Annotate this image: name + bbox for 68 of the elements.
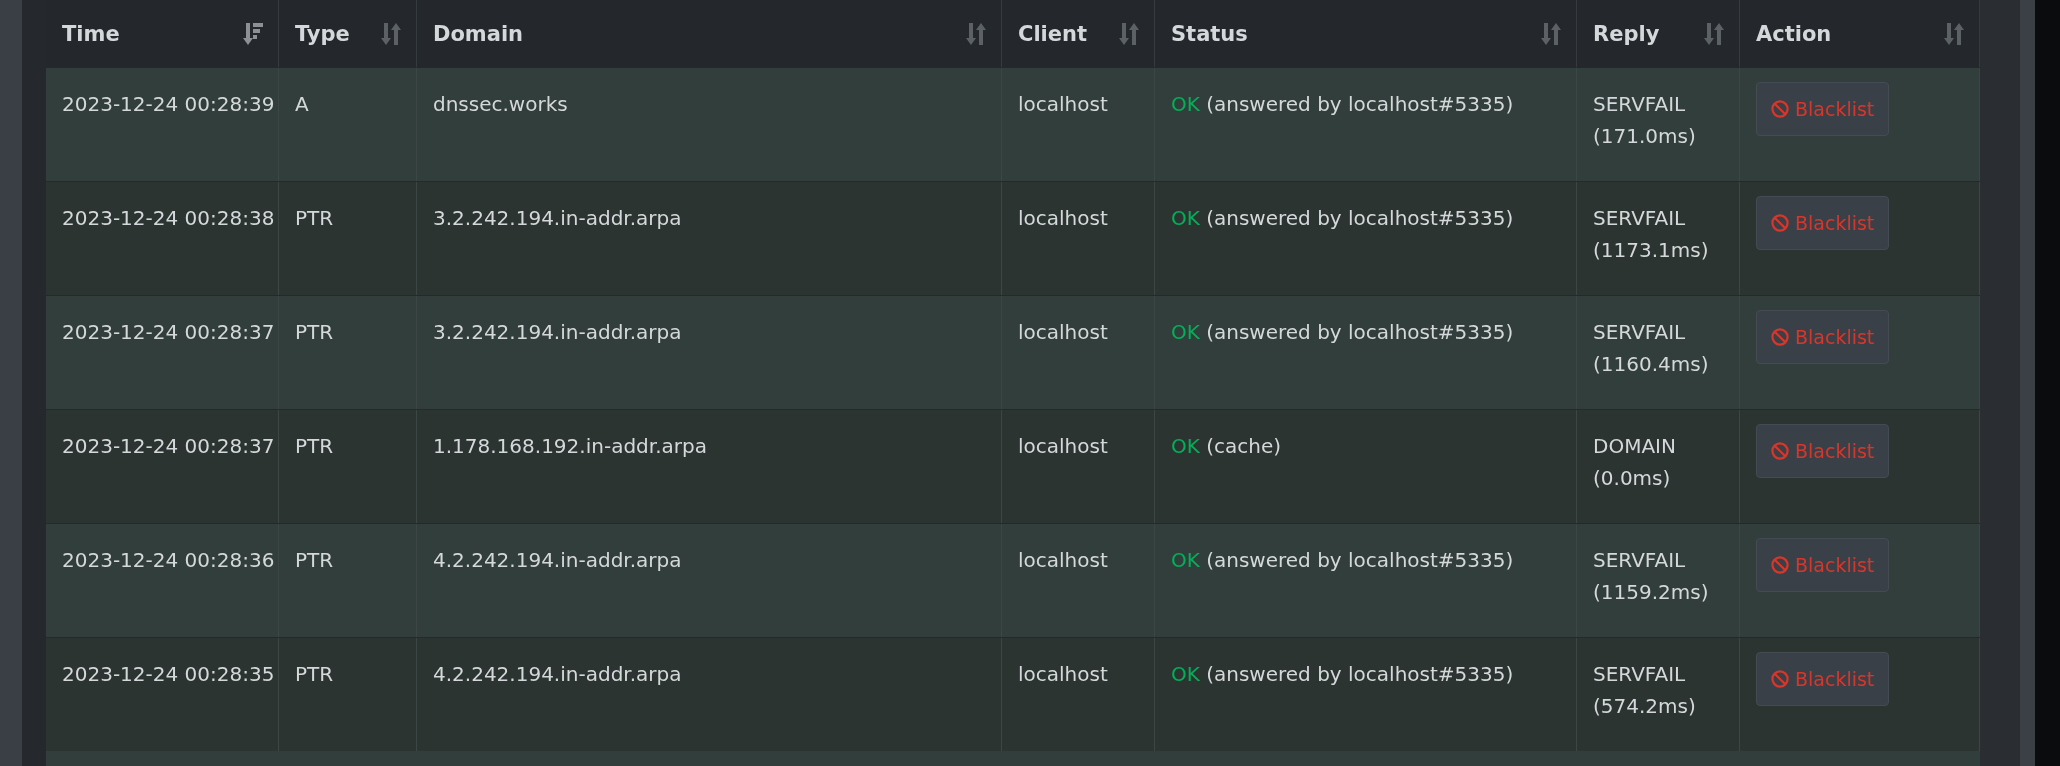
status-code: OK [1171,92,1200,116]
sort-icon[interactable] [1118,22,1140,45]
sort-icon[interactable] [380,22,402,45]
reply-type: SERVFAIL [1593,205,1687,232]
status-detail: (answered by localhost#5335) [1206,92,1514,116]
client-cell: localhost [1018,206,1108,230]
reply-type: SERVFAIL [1593,91,1687,118]
status-detail: (answered by localhost#5335) [1206,320,1514,344]
client-cell: localhost [1018,548,1108,572]
time-cell: 2023-12-24 00:28:37 [62,434,275,458]
time-cell: 2023-12-24 00:28:36 [62,548,275,572]
status-detail: (answered by localhost#5335) [1206,662,1514,686]
status-detail: (answered by localhost#5335) [1206,206,1514,230]
column-header[interactable]: Status [1171,21,1248,46]
domain-cell: dnssec.works [433,92,568,116]
column-header[interactable]: Time [62,21,120,46]
domain-cell: 3.2.242.194.in-addr.arpa [433,206,682,230]
ban-icon [1771,556,1789,574]
domain-cell: 1.178.168.192.in-addr.arpa [433,434,707,458]
reply-time: (1160.4ms) [1593,351,1710,378]
query-type-cell: PTR [295,206,334,230]
reply-type: SERVFAIL [1593,547,1687,574]
reply-time: (1159.2ms) [1593,579,1710,606]
status-code: OK [1171,206,1200,230]
time-cell: 2023-12-24 00:28:35 [62,662,275,686]
reply-time: (171.0ms) [1593,123,1697,150]
client-cell: localhost [1018,92,1108,116]
client-cell: localhost [1018,320,1108,344]
ban-icon [1771,328,1789,346]
time-cell: 2023-12-24 00:28:38 [62,206,275,230]
reply-type: DOMAIN [1593,433,1677,460]
query-type-cell: PTR [295,662,334,686]
client-cell: localhost [1018,434,1108,458]
domain-cell: 3.2.242.194.in-addr.arpa [433,320,682,344]
query-type-cell: PTR [295,548,334,572]
sort-icon[interactable] [1943,22,1965,45]
status-detail: (cache) [1206,434,1282,458]
reply-time: (0.0ms) [1593,465,1672,492]
ban-icon [1771,442,1789,460]
sort-icon[interactable] [1540,22,1562,45]
sort-descending-icon[interactable] [242,22,264,45]
ban-icon [1771,670,1789,688]
reply-type: SERVFAIL [1593,661,1687,688]
query-type-cell: A [295,92,309,116]
status-code: OK [1171,662,1200,686]
query-type-cell: PTR [295,434,334,458]
query-type-cell: PTR [295,320,334,344]
column-header[interactable]: Domain [433,21,524,46]
status-code: OK [1171,434,1200,458]
ban-icon [1771,214,1789,232]
status-code: OK [1171,320,1200,344]
column-header[interactable]: Action [1756,21,1832,46]
sort-icon[interactable] [1703,22,1725,45]
domain-cell: 4.2.242.194.in-addr.arpa [433,548,682,572]
reply-time: (1173.1ms) [1593,237,1710,264]
time-cell: 2023-12-24 00:28:37 [62,320,275,344]
status-code: OK [1171,548,1200,572]
reply-time: (574.2ms) [1593,693,1697,720]
status-detail: (answered by localhost#5335) [1206,548,1514,572]
column-header[interactable]: Type [295,21,350,46]
column-header[interactable]: Reply [1593,21,1660,46]
domain-cell: 4.2.242.194.in-addr.arpa [433,662,682,686]
time-cell: 2023-12-24 00:28:39 [62,92,275,116]
ban-icon [1771,100,1789,118]
reply-type: SERVFAIL [1593,319,1687,346]
sort-icon[interactable] [965,22,987,45]
column-header[interactable]: Client [1018,21,1088,46]
client-cell: localhost [1018,662,1108,686]
